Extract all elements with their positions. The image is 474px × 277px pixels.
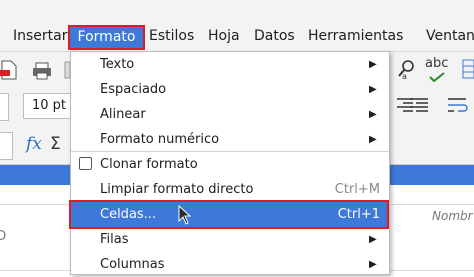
submenu-arrow-icon: ▶ <box>369 109 377 120</box>
window-top-strip <box>0 0 474 21</box>
grid-icon[interactable] <box>462 58 474 80</box>
menu-item-alinear[interactable]: Alinear ▶ <box>71 102 389 127</box>
menu-formato[interactable]: Formato <box>68 25 145 50</box>
menu-item-texto[interactable]: Texto ▶ <box>71 52 389 77</box>
pdf-export-icon[interactable] <box>0 60 18 80</box>
print-icon[interactable] <box>32 62 52 80</box>
function-wizard-icon[interactable]: fx <box>26 134 42 154</box>
menu-insertar[interactable]: Insertar <box>13 21 68 51</box>
menu-item-shortcut: Ctrl+M <box>334 182 380 197</box>
sum-icon[interactable]: Σ <box>50 134 61 154</box>
menu-item-shortcut: Ctrl+1 <box>337 207 380 222</box>
menu-item-label: Celdas... <box>100 207 157 222</box>
menu-estilos[interactable]: Estilos <box>149 21 194 51</box>
font-size-box[interactable]: 10 pt <box>23 93 73 119</box>
menu-item-label: Espaciado <box>100 82 167 97</box>
menu-item-label: Limpiar formato directo <box>100 182 254 197</box>
spellcheck-icon[interactable]: abc <box>425 56 448 71</box>
menu-item-formato-numerico[interactable]: Formato numérico ▶ <box>71 127 389 152</box>
menu-herramientas[interactable]: Herramientas <box>308 21 403 51</box>
find-replace-icon[interactable]: a <box>396 58 416 80</box>
menu-item-label: Alinear <box>100 107 146 122</box>
menu-item-label: Formato numérico <box>100 132 220 147</box>
checkbox-icon <box>79 157 92 170</box>
menu-formato-label: Formato <box>77 29 136 45</box>
name-box[interactable] <box>0 132 13 160</box>
menu-datos[interactable]: Datos <box>254 21 295 51</box>
menu-item-label: Columnas <box>100 257 165 272</box>
menu-item-columnas[interactable]: Columnas ▶ <box>71 252 389 277</box>
format-menu: Texto ▶ Espaciado ▶ Alinear ▶ Formato nu… <box>70 51 390 275</box>
cell-text-left[interactable]: O <box>0 229 6 244</box>
menu-ventana[interactable]: Ventana <box>426 21 474 51</box>
menu-item-label: Filas <box>100 232 129 247</box>
menu-item-filas[interactable]: Filas ▶ <box>71 227 389 252</box>
submenu-arrow-icon: ▶ <box>369 259 377 270</box>
align-justify-icon[interactable] <box>406 96 430 116</box>
spellcheck-check-icon <box>429 72 445 82</box>
submenu-arrow-icon: ▶ <box>369 234 377 245</box>
menu-item-label: Texto <box>100 57 135 72</box>
menu-item-limpiar-formato[interactable]: Limpiar formato directo Ctrl+M <box>71 177 389 202</box>
menu-item-clonar-formato[interactable]: Clonar formato <box>71 152 389 177</box>
menu-item-celdas[interactable]: Celdas... Ctrl+1 <box>71 202 389 227</box>
cell-text[interactable]: Nombr <box>432 209 473 223</box>
svg-text:a: a <box>402 72 407 80</box>
menu-hoja[interactable]: Hoja <box>208 21 240 51</box>
submenu-arrow-icon: ▶ <box>369 59 377 70</box>
mouse-pointer-icon <box>178 205 192 225</box>
submenu-arrow-icon: ▶ <box>369 134 377 145</box>
submenu-arrow-icon: ▶ <box>369 84 377 95</box>
wrap-text-icon[interactable] <box>446 96 470 116</box>
font-name-box[interactable] <box>0 93 9 121</box>
menu-item-espaciado[interactable]: Espaciado ▶ <box>71 77 389 102</box>
menu-item-label: Clonar formato <box>100 157 198 172</box>
